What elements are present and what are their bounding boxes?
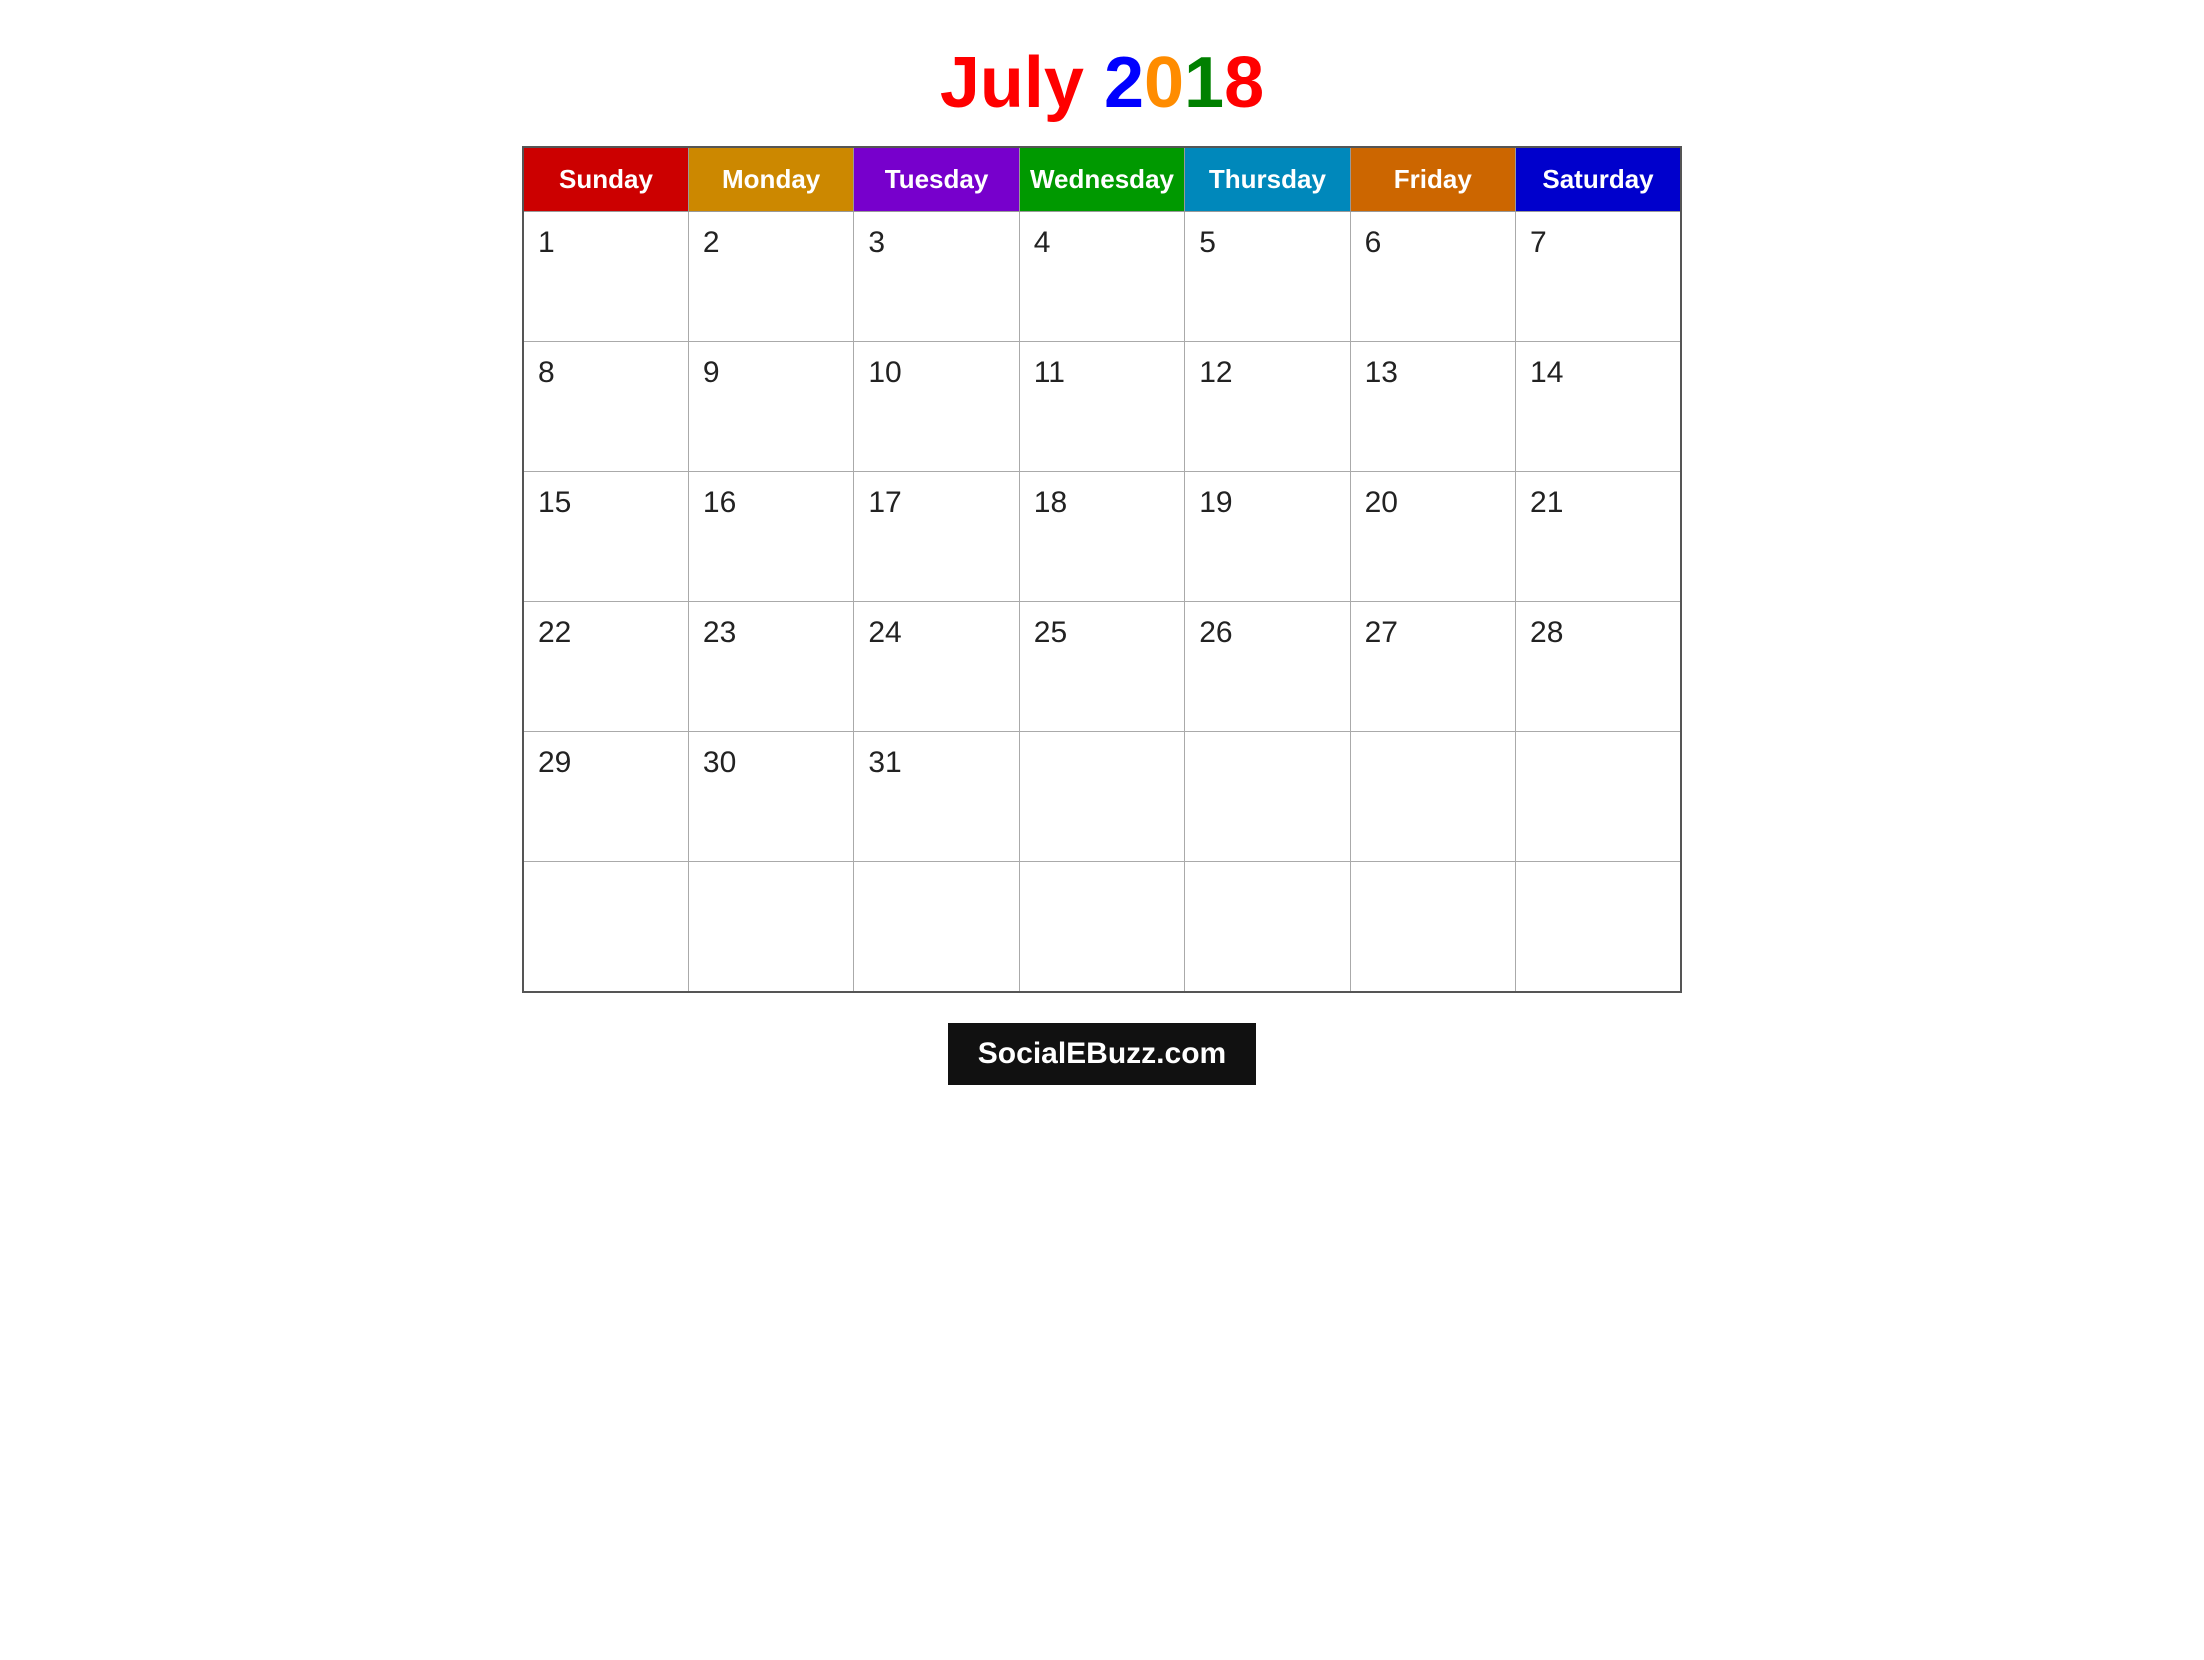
calendar-row: 22232425262728 [523, 602, 1681, 732]
footer-brand: SocialEBuzz.com [948, 1023, 1256, 1085]
calendar-cell: 4 [1019, 212, 1184, 342]
calendar-row: 293031 [523, 732, 1681, 862]
title-july: July [940, 43, 1084, 123]
calendar-cell: 12 [1185, 342, 1350, 472]
calendar-cell [1350, 862, 1515, 992]
calendar-cell: 11 [1019, 342, 1184, 472]
header-monday: Monday [688, 147, 853, 212]
calendar-row [523, 862, 1681, 992]
header-wednesday: Wednesday [1019, 147, 1184, 212]
calendar-cell: 25 [1019, 602, 1184, 732]
calendar-cell [1185, 862, 1350, 992]
calendar-cell: 3 [854, 212, 1019, 342]
calendar-cell: 1 [523, 212, 688, 342]
header-sunday: Sunday [523, 147, 688, 212]
title-year-2: 2 [1104, 43, 1144, 123]
calendar-table: Sunday Monday Tuesday Wednesday Thursday… [522, 146, 1682, 993]
calendar-cell [1350, 732, 1515, 862]
calendar-cell: 29 [523, 732, 688, 862]
calendar-cell [854, 862, 1019, 992]
calendar-cell: 13 [1350, 342, 1515, 472]
page-title: July 2018 [940, 40, 1264, 126]
calendar-cell: 22 [523, 602, 688, 732]
calendar-cell: 23 [688, 602, 853, 732]
calendar-cell: 7 [1516, 212, 1681, 342]
calendar-row: 1234567 [523, 212, 1681, 342]
calendar-cell [1185, 732, 1350, 862]
calendar-cell: 18 [1019, 472, 1184, 602]
header-friday: Friday [1350, 147, 1515, 212]
calendar-row: 891011121314 [523, 342, 1681, 472]
calendar-cell: 20 [1350, 472, 1515, 602]
calendar-cell: 17 [854, 472, 1019, 602]
header-row: Sunday Monday Tuesday Wednesday Thursday… [523, 147, 1681, 212]
calendar-cell: 26 [1185, 602, 1350, 732]
calendar-cell [688, 862, 853, 992]
calendar-cell: 2 [688, 212, 853, 342]
calendar-cell: 6 [1350, 212, 1515, 342]
calendar-cell: 28 [1516, 602, 1681, 732]
calendar-cell [1516, 862, 1681, 992]
calendar-cell: 16 [688, 472, 853, 602]
calendar-cell: 10 [854, 342, 1019, 472]
calendar-cell: 19 [1185, 472, 1350, 602]
calendar-cell [1019, 862, 1184, 992]
title-year-8: 8 [1224, 43, 1264, 123]
calendar-cell: 9 [688, 342, 853, 472]
calendar-cell: 14 [1516, 342, 1681, 472]
header-tuesday: Tuesday [854, 147, 1019, 212]
calendar-cell: 30 [688, 732, 853, 862]
calendar-cell [523, 862, 688, 992]
calendar-cell: 21 [1516, 472, 1681, 602]
calendar-cell: 31 [854, 732, 1019, 862]
calendar-cell: 15 [523, 472, 688, 602]
calendar-cell: 8 [523, 342, 688, 472]
calendar-cell: 24 [854, 602, 1019, 732]
calendar-cell: 27 [1350, 602, 1515, 732]
title-year-1: 1 [1184, 43, 1224, 123]
calendar-cell [1516, 732, 1681, 862]
calendar-cell [1019, 732, 1184, 862]
calendar-cell: 5 [1185, 212, 1350, 342]
calendar-row: 15161718192021 [523, 472, 1681, 602]
header-saturday: Saturday [1516, 147, 1681, 212]
calendar: Sunday Monday Tuesday Wednesday Thursday… [522, 146, 1682, 993]
title-year-0: 0 [1144, 43, 1184, 123]
header-thursday: Thursday [1185, 147, 1350, 212]
